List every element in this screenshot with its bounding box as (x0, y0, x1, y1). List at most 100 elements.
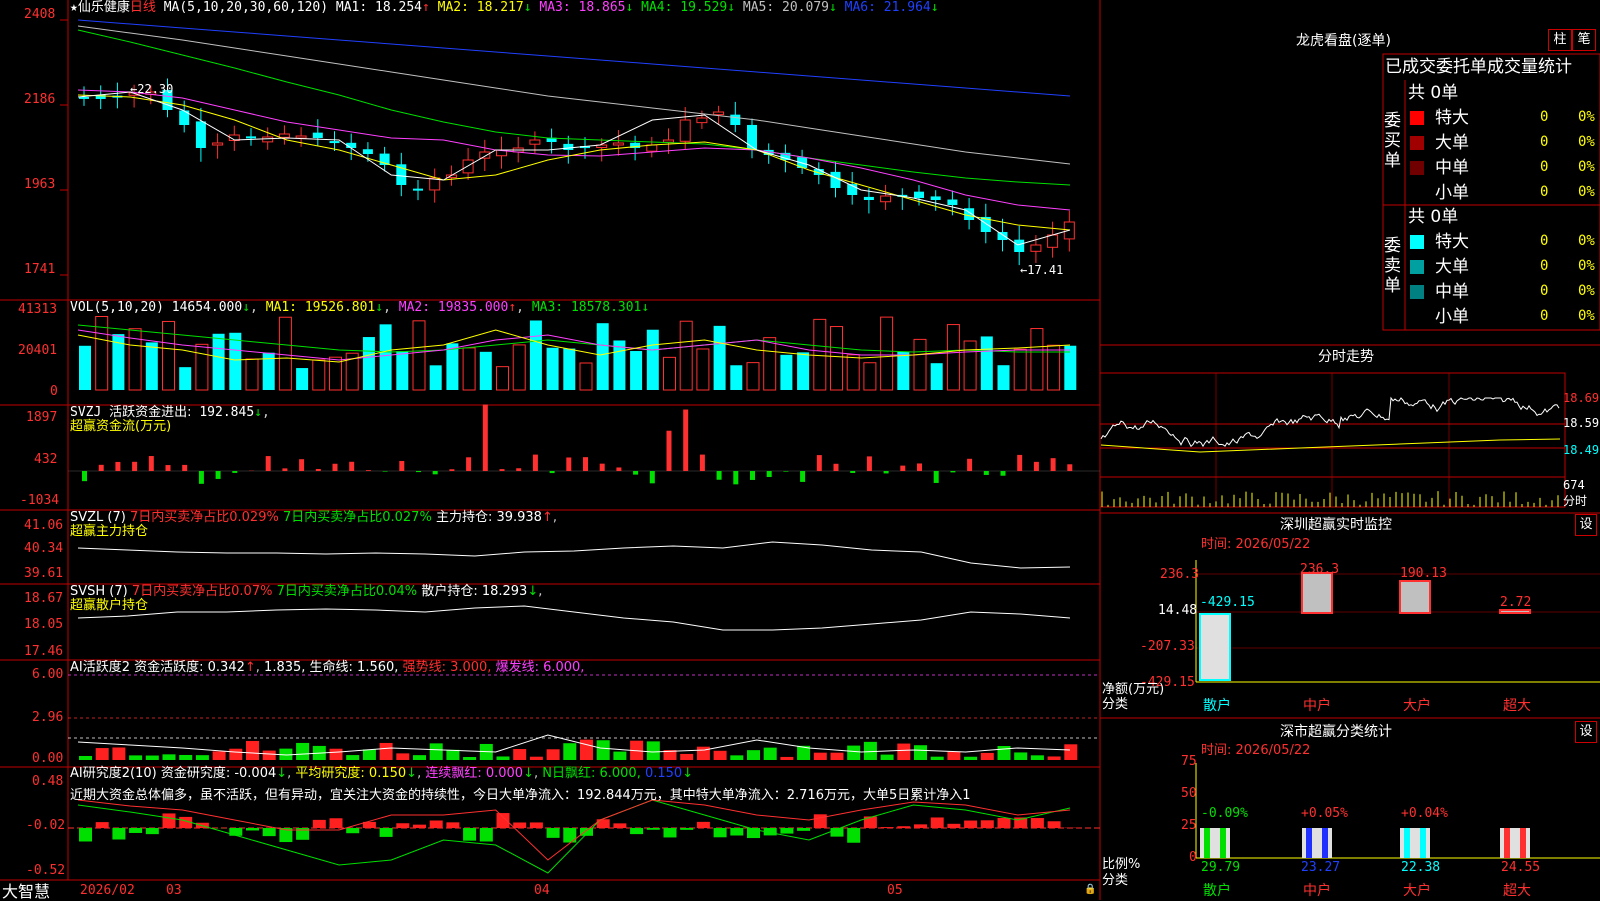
ma6-line (78, 20, 1070, 96)
activity-bar (1048, 756, 1061, 760)
research-bar (163, 813, 176, 828)
research-bar (780, 828, 793, 834)
volume-bar (847, 355, 859, 390)
flow-bar (733, 471, 738, 484)
candle (213, 143, 223, 145)
flow-bar (199, 471, 204, 484)
order-count: 0 (1540, 309, 1548, 323)
volume-bar (597, 323, 609, 390)
ai1-header: AI活跃度2 资金活跃度: 0.342↑, 1.835, 生命线: 1.560,… (70, 661, 584, 675)
flow-bar (917, 463, 922, 471)
ai2-ytick: -0.52 (26, 864, 65, 878)
activity-bar (196, 755, 209, 760)
monitor-ytick: -207.33 (1140, 640, 1195, 654)
volume-bar (313, 360, 325, 390)
monitor-category[interactable]: 大户 (1403, 699, 1431, 713)
monitor-bar-value: 236.3 (1300, 563, 1339, 577)
research-bar (881, 827, 894, 828)
candle (998, 232, 1008, 240)
tick-view-button[interactable]: 笔 (1572, 29, 1596, 51)
bar-view-button[interactable]: 柱 (1548, 29, 1572, 51)
flow-bar (950, 471, 955, 472)
research-bar (263, 828, 276, 836)
legend-swatch (1410, 186, 1424, 200)
flow-bar (266, 456, 271, 471)
monitor-settings-button[interactable]: 设 (1575, 514, 1597, 536)
candle (680, 120, 690, 141)
volume-bar (497, 367, 509, 390)
buy-side-label: 委买单 (1384, 111, 1404, 171)
classify-settings-button[interactable]: 设 (1575, 721, 1597, 743)
volume-bar (396, 351, 408, 390)
period-label[interactable]: 日线 (130, 0, 156, 15)
ma-value-5: MA5: 20.079 (743, 0, 829, 15)
classify-title: 深市超赢分类统计 (1280, 725, 1392, 739)
activity-bar (246, 741, 259, 760)
flow-bar (282, 468, 287, 471)
activity-bar (530, 757, 543, 760)
svzl-ytick: 40.34 (24, 542, 63, 556)
classify-bar-stripe (1204, 828, 1210, 858)
monitor-category[interactable]: 超大 (1503, 699, 1531, 713)
ai1-ytick: 2.96 (32, 711, 63, 725)
order-percent: 0% (1578, 160, 1595, 174)
svzl-ytick: 41.06 (24, 519, 63, 533)
dragon-tabs[interactable]: 已成交委托单成交量统计 (1385, 57, 1572, 77)
classify-bar-stripe (1520, 828, 1526, 858)
volume-bar (1014, 349, 1026, 390)
brand-logo[interactable]: 大智慧 (2, 883, 50, 900)
classify-ytick: 0 (1189, 851, 1197, 865)
flow-bar (366, 470, 371, 471)
flow-bar (867, 456, 872, 471)
chart-canvas[interactable] (0, 0, 1600, 900)
classify-category[interactable]: 大户 (1403, 884, 1431, 898)
vol-ytick: 0 (50, 385, 58, 399)
classify-category[interactable]: 中户 (1303, 884, 1331, 898)
svsh-ytick: 18.05 (24, 618, 63, 632)
order-count: 0 (1540, 284, 1548, 298)
volume-bar (363, 337, 375, 390)
ai2-ytick: 0.48 (32, 775, 63, 789)
classify-category[interactable]: 超大 (1503, 884, 1531, 898)
monitor-category[interactable]: 散户 (1203, 699, 1231, 713)
volume-bar (697, 349, 709, 390)
candle (196, 121, 206, 148)
research-bar (330, 818, 343, 828)
flow-bar (383, 471, 388, 472)
flow-bar (500, 469, 505, 471)
kline-ytick: 2408 (24, 8, 55, 22)
intraday-ytick: 18.69 (1563, 391, 1599, 405)
activity-bar (730, 755, 743, 760)
order-percent: 0% (1578, 110, 1595, 124)
monitor-bar (1500, 610, 1530, 613)
lock-icon[interactable]: 🔒 (1084, 883, 1096, 897)
activity-bar (1031, 755, 1044, 760)
flow-bar (1034, 462, 1039, 471)
ma-value-4: MA4: 19.529 (641, 0, 727, 15)
favorite-star-icon[interactable]: ★ (70, 0, 78, 15)
research-bar (497, 813, 510, 828)
volume-bar (446, 343, 458, 390)
low-marker: ←17.41 (1020, 263, 1063, 277)
volume-bar (664, 357, 676, 390)
svzl-header: SVZL (7) 7日内买卖净占比0.029% 7日内买卖净占比0.027% 主… (70, 511, 557, 525)
activity-bar (964, 757, 977, 760)
activity-bar (547, 749, 560, 760)
activity-bar (563, 743, 576, 760)
volume-bar (613, 340, 625, 390)
research-bar (129, 828, 142, 833)
monitor-category[interactable]: 中户 (1303, 699, 1331, 713)
flow-bar (884, 471, 889, 473)
order-size-label: 大单 (1435, 133, 1469, 153)
flow-bar (232, 471, 237, 473)
classify-category[interactable]: 散户 (1203, 884, 1231, 898)
kline-ytick: 2186 (24, 93, 55, 107)
activity-bar (446, 750, 459, 760)
classify-bar-stripe (1420, 828, 1426, 858)
price-line (1101, 398, 1559, 446)
ma-value-2: MA2: 18.217 (438, 0, 524, 15)
candle (413, 189, 423, 191)
activity-bar (163, 754, 176, 760)
order-percent: 0% (1578, 234, 1595, 248)
classify-ylabel: 比例% (1102, 858, 1140, 872)
